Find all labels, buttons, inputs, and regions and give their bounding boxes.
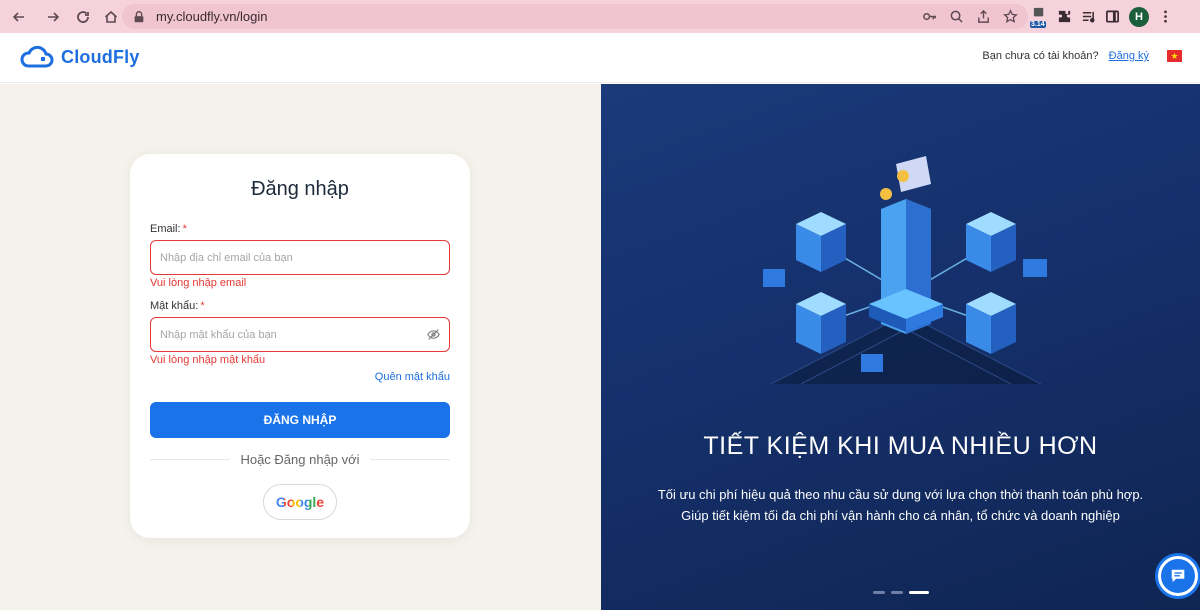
email-label-text: Email:: [150, 223, 181, 235]
zoom-icon[interactable]: [949, 9, 964, 24]
vietnam-flag-icon[interactable]: ★: [1167, 50, 1182, 62]
promo-description-line-2: Giúp tiết kiệm tối đa chi phí vận hành c…: [681, 508, 1120, 523]
reload-icon[interactable]: [72, 6, 94, 28]
login-card: Đăng nhập Email:* Vui lòng nhập email Mậ…: [130, 154, 470, 538]
share-icon[interactable]: [976, 9, 991, 24]
chat-support-button[interactable]: [1158, 556, 1198, 596]
account-prompt: Bạn chưa có tài khoản?: [982, 50, 1099, 62]
chat-icon: [1171, 569, 1185, 583]
extension-badge: 3.14: [1030, 20, 1046, 28]
central-server: [869, 156, 943, 334]
login-button[interactable]: ĐĂNG NHẬP: [150, 402, 450, 438]
promo-description-line-1: Tối ưu chi phí hiệu quả theo nhu cầu sử …: [657, 487, 1144, 502]
alt-login-divider: Hoặc Đăng nhập với: [150, 452, 451, 467]
side-panel-icon[interactable]: [1105, 9, 1120, 24]
divider-line: [369, 459, 451, 460]
carousel-dot[interactable]: [891, 591, 903, 594]
email-error: Vui lòng nhập email: [150, 277, 247, 289]
carousel-indicators: [873, 591, 929, 594]
back-icon[interactable]: [8, 6, 30, 28]
browser-menu-icon[interactable]: [1158, 9, 1173, 24]
browser-toolbar: my.cloudfly.vn/login 3.14 H: [0, 0, 1200, 33]
password-field[interactable]: [150, 317, 450, 352]
google-login-button[interactable]: Google: [263, 484, 337, 520]
promo-panel: TIẾT KIỆM KHI MUA NHIỀU HƠN Tối ưu chi p…: [601, 84, 1200, 610]
url-text: my.cloudfly.vn/login: [156, 9, 268, 24]
lock-icon[interactable]: [132, 10, 146, 24]
address-bar[interactable]: my.cloudfly.vn/login: [122, 4, 1028, 29]
promo-title: TIẾT KIỆM KHI MUA NHIỀU HƠN: [703, 432, 1098, 460]
password-label-text: Mật khẩu:: [150, 300, 199, 312]
key-icon[interactable]: [922, 9, 937, 24]
divider-line: [150, 459, 231, 460]
puzzle-extension-icon[interactable]: [1057, 9, 1072, 24]
profile-avatar[interactable]: H: [1129, 6, 1149, 27]
login-panel: Đăng nhập Email:* Vui lòng nhập email Mậ…: [0, 84, 601, 610]
server-illustration: [763, 156, 1047, 385]
alt-login-text: Hoặc Đăng nhập với: [240, 452, 360, 467]
server-stack-bottomleft: [796, 292, 846, 354]
carousel-dot[interactable]: [873, 591, 885, 594]
password-error: Vui lòng nhập mật khẩu: [150, 354, 266, 366]
google-logo-text: Google: [275, 494, 325, 510]
promo-description: Tối ưu chi phí hiệu quả theo nhu cầu sử …: [601, 484, 1200, 526]
site-header: CloudFly Bạn chưa có tài khoản? Đăng ký …: [0, 33, 1200, 83]
brand-name: CloudFly: [61, 46, 140, 67]
server-stack-topright: [966, 212, 1016, 272]
server-stack-bottomright: [966, 292, 1016, 354]
cloudfly-logo[interactable]: CloudFly: [19, 44, 140, 70]
toggle-password-visibility-icon[interactable]: [427, 328, 440, 341]
email-label: Email: *: [150, 223, 187, 235]
signup-link[interactable]: Đăng ký: [1109, 50, 1149, 62]
required-mark: *: [200, 300, 205, 312]
forgot-password-link[interactable]: Quên mật khẩu: [375, 371, 450, 383]
password-label: Mật khẩu: *: [150, 300, 205, 312]
bookmark-star-icon[interactable]: [1003, 9, 1018, 24]
email-field[interactable]: [150, 240, 450, 275]
home-icon[interactable]: [100, 6, 122, 28]
extension-translate-icon[interactable]: 3.14: [1030, 6, 1048, 28]
cloud-logo-icon: [20, 45, 54, 68]
carousel-dot-active[interactable]: [909, 591, 929, 594]
server-stack-topleft: [796, 212, 846, 272]
forward-icon[interactable]: [42, 6, 64, 28]
media-control-icon[interactable]: [1081, 9, 1096, 24]
login-title: Đăng nhập: [251, 178, 349, 200]
required-mark: *: [182, 223, 187, 235]
